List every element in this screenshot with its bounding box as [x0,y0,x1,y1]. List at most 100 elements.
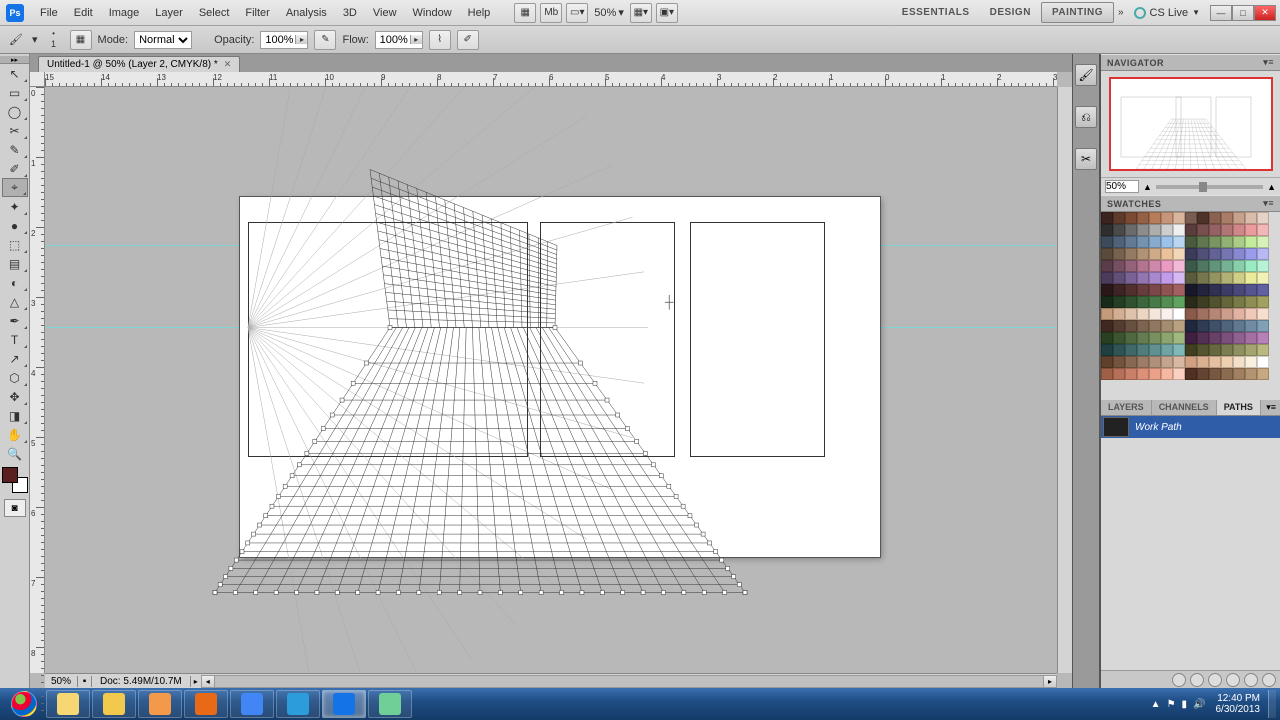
swatch-cell[interactable] [1125,248,1137,260]
swatch-cell[interactable] [1185,332,1197,344]
swatch-cell[interactable] [1149,248,1161,260]
swatch-cell[interactable] [1137,272,1149,284]
swatch-cell[interactable] [1113,248,1125,260]
pen-tool[interactable]: ✒ [2,311,28,330]
maximize-button[interactable]: □ [1232,5,1254,21]
swatch-cell[interactable] [1149,344,1161,356]
vertical-ruler[interactable]: 012345678 [30,87,45,673]
tab-close-icon[interactable]: ✕ [224,59,232,70]
swatch-cell[interactable] [1101,344,1113,356]
swatches-header[interactable]: SWATCHES▾≡ [1101,195,1280,212]
swatch-cell[interactable] [1125,296,1137,308]
swatch-cell[interactable] [1245,224,1257,236]
taskbar-app-itunes[interactable] [276,690,320,718]
volume-icon[interactable]: 🔊 [1193,699,1205,710]
swatch-cell[interactable] [1173,320,1185,332]
navigator-header[interactable]: NAVIGATOR▾≡ [1101,54,1280,71]
swatch-cell[interactable] [1233,368,1245,380]
tab-channels[interactable]: CHANNELS [1152,400,1217,415]
shape-tool[interactable]: ⬡ [2,368,28,387]
flow-value[interactable] [376,34,410,46]
horizontal-ruler[interactable]: 151413121110987654321012345678910 [45,72,1057,87]
tablet-size-button[interactable]: ✐ [457,30,479,50]
swatch-cell[interactable] [1197,236,1209,248]
swatch-cell[interactable] [1137,248,1149,260]
swatch-cell[interactable] [1137,284,1149,296]
swatch-cell[interactable] [1209,332,1221,344]
swatch-cell[interactable] [1185,284,1197,296]
swatch-cell[interactable] [1185,236,1197,248]
swatch-cell[interactable] [1245,332,1257,344]
workspace-essentials[interactable]: ESSENTIALS [892,3,980,22]
swatch-cell[interactable] [1137,296,1149,308]
swatch-cell[interactable] [1137,344,1149,356]
swatch-cell[interactable] [1161,332,1173,344]
swatch-cell[interactable] [1125,260,1137,272]
clone-source-icon[interactable]: ⎌ [1075,106,1097,128]
swatch-cell[interactable] [1137,212,1149,224]
swatch-cell[interactable] [1149,296,1161,308]
swatch-cell[interactable] [1233,236,1245,248]
swatch-cell[interactable] [1233,272,1245,284]
swatch-cell[interactable] [1257,224,1269,236]
swatch-cell[interactable] [1233,260,1245,272]
swatch-cell[interactable] [1233,344,1245,356]
swatch-cell[interactable] [1173,272,1185,284]
swatch-cell[interactable] [1173,260,1185,272]
swatch-cell[interactable] [1245,260,1257,272]
swatch-cell[interactable] [1221,320,1233,332]
swatch-cell[interactable] [1101,356,1113,368]
swatch-cell[interactable] [1233,308,1245,320]
dodge-tool[interactable]: △ [2,292,28,311]
swatch-cell[interactable] [1221,296,1233,308]
zoom-out-icon[interactable]: ▲ [1143,182,1152,192]
status-zoom[interactable]: 50% [45,676,78,687]
load-selection-button[interactable] [1208,673,1222,687]
swatch-cell[interactable] [1113,332,1125,344]
tab-paths[interactable]: PATHS [1217,400,1261,415]
swatch-cell[interactable] [1125,320,1137,332]
swatch-cell[interactable] [1125,236,1137,248]
panel-menu-icon[interactable]: ▾≡ [1263,198,1274,209]
swatch-cell[interactable] [1209,272,1221,284]
stroke-path-button[interactable] [1190,673,1204,687]
swatch-cell[interactable] [1209,368,1221,380]
swatch-cell[interactable] [1113,308,1125,320]
swatch-cell[interactable] [1257,260,1269,272]
swatch-cell[interactable] [1197,308,1209,320]
tool-presets-icon[interactable]: ✂ [1075,148,1097,170]
swatch-cell[interactable] [1209,248,1221,260]
swatch-cell[interactable] [1173,332,1185,344]
path-select-tool[interactable]: ↗ [2,349,28,368]
swatch-cell[interactable] [1221,368,1233,380]
swatch-cell[interactable] [1149,284,1161,296]
menu-file[interactable]: File [32,3,66,23]
swatch-cell[interactable] [1113,296,1125,308]
healing-tool[interactable]: ✐ [2,159,28,178]
swatch-cell[interactable] [1185,356,1197,368]
swatch-cell[interactable] [1161,236,1173,248]
eyedropper-tool[interactable]: ✎ [2,140,28,159]
workspace-painting[interactable]: PAINTING [1041,2,1114,23]
make-workpath-button[interactable] [1226,673,1240,687]
eraser-tool[interactable]: ⬚ [2,235,28,254]
swatch-cell[interactable] [1101,284,1113,296]
swatch-cell[interactable] [1209,296,1221,308]
cs-live-button[interactable]: CS Live▼ [1134,7,1200,19]
swatch-cell[interactable] [1221,344,1233,356]
swatch-cell[interactable] [1149,212,1161,224]
status-docinfo[interactable]: Doc: 5.49M/10.7M [92,676,191,687]
swatch-cell[interactable] [1125,368,1137,380]
swatch-cell[interactable] [1149,308,1161,320]
lasso-tool[interactable]: ◯ [2,102,28,121]
swatch-cell[interactable] [1185,248,1197,260]
swatch-cell[interactable] [1233,320,1245,332]
swatch-cell[interactable] [1233,248,1245,260]
show-desktop-button[interactable] [1268,690,1276,718]
swatch-cell[interactable] [1221,260,1233,272]
swatch-cell[interactable] [1185,296,1197,308]
swatch-cell[interactable] [1161,296,1173,308]
swatch-cell[interactable] [1257,248,1269,260]
swatch-cell[interactable] [1113,212,1125,224]
brush-size-preview[interactable]: •1 [44,29,64,50]
